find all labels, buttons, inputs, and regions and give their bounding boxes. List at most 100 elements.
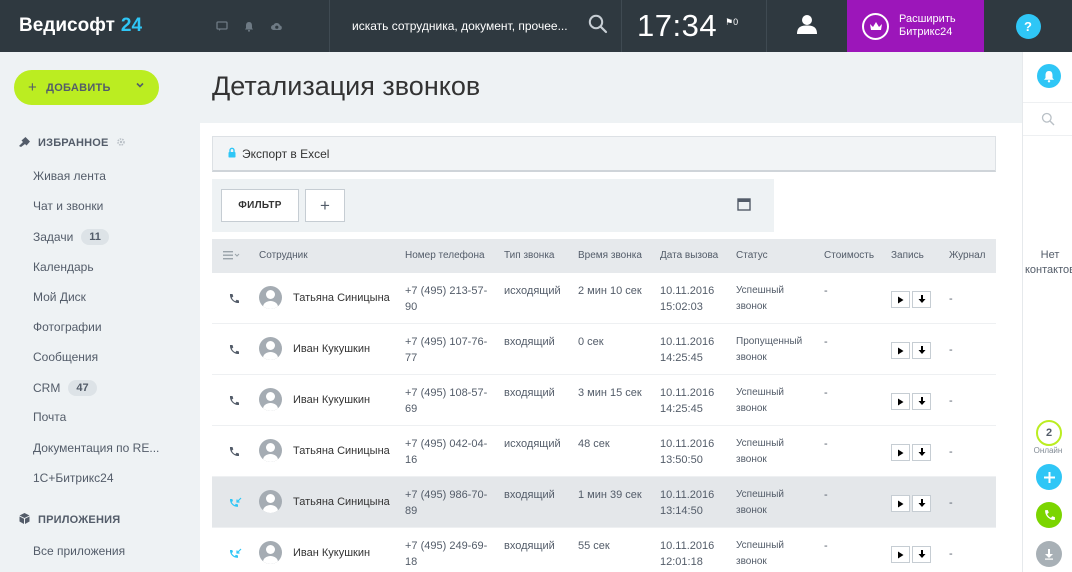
favorites-header[interactable]: ИЗБРАННОЕ (18, 136, 126, 150)
filter-button[interactable]: ФИЛЬТР (221, 189, 299, 222)
column-date[interactable]: Дата вызова (660, 250, 718, 261)
sidebar-item-photos[interactable]: Фотографии (33, 317, 102, 337)
phone-call-icon[interactable] (1036, 502, 1062, 528)
employee-name[interactable]: Татьяна Синицына (293, 292, 390, 304)
table-row[interactable]: Иван Кукушкин +7 (495) 249-69- 18 входящи… (212, 528, 996, 572)
table-row[interactable]: Иван Кукушкин +7 (495) 107-76- 77 входящи… (212, 324, 996, 375)
cloud-icon[interactable] (270, 21, 283, 31)
table-row[interactable]: Татьяна Синицына +7 (495) 042-04- 16 исхо… (212, 426, 996, 477)
call-date-cell: 10.11.2016 15:02:03 (660, 283, 714, 315)
call-status-cell: Успешный звонок (736, 385, 784, 417)
employee-name[interactable]: Татьяна Синицына (293, 496, 390, 508)
gear-icon[interactable] (116, 137, 126, 150)
table-row[interactable]: Иван Кукушкин +7 (495) 108-57- 69 входящи… (212, 375, 996, 426)
call-duration: 0 сек (578, 336, 604, 348)
notifications-bell-icon[interactable] (1037, 64, 1061, 88)
download-button[interactable] (912, 342, 931, 359)
sidebar-item-label: Календарь (33, 260, 94, 274)
add-button[interactable]: + ДОБАВИТЬ (14, 70, 159, 105)
call-status-cell: Успешный звонок (736, 283, 784, 315)
crm-counter: 47 (68, 380, 97, 396)
employee-name[interactable]: Иван Кукушкин (293, 394, 370, 406)
column-settings-icon[interactable] (222, 248, 240, 265)
call-status-cell: Пропущенный звонок (736, 334, 802, 366)
chevron-down-icon[interactable] (135, 80, 145, 93)
column-employee[interactable]: Сотрудник (259, 250, 308, 261)
sidebar-item-docs[interactable]: Документация по RE... (33, 438, 159, 458)
outgoing-call-icon (228, 446, 240, 461)
clock[interactable]: 17:34 ⚑0 (622, 0, 767, 52)
call-time: 13:14:50 (660, 505, 703, 517)
call-date-cell: 10.11.2016 12:01:18 (660, 538, 714, 570)
table-row[interactable]: Татьяна Синицына +7 (495) 213-57- 90 исхо… (212, 273, 996, 324)
sidebar-item-messages[interactable]: Сообщения (33, 347, 98, 367)
call-type: входящий (504, 387, 555, 399)
play-button[interactable] (891, 546, 910, 563)
sidebar-item-calendar[interactable]: Календарь (33, 257, 94, 277)
play-button[interactable] (891, 444, 910, 461)
download-button[interactable] (912, 546, 931, 563)
call-duration: 48 сек (578, 438, 610, 450)
employee-name[interactable]: Иван Кукушкин (293, 343, 370, 355)
add-filter-button[interactable]: + (305, 189, 345, 222)
employee-name[interactable]: Татьяна Синицына (293, 445, 390, 457)
table-row[interactable]: Татьяна Синицына +7 (495) 986-70- 89 вход… (212, 477, 996, 528)
help-area: ? (984, 0, 1072, 52)
apps-header[interactable]: ПРИЛОЖЕНИЯ (18, 512, 120, 528)
download-button[interactable] (912, 495, 931, 512)
record-controls (891, 393, 931, 410)
sidebar-item-mail[interactable]: Почта (33, 407, 66, 427)
sidebar-item-drive[interactable]: Мой Диск (33, 287, 86, 307)
bell-icon[interactable] (244, 21, 254, 32)
help-icon[interactable]: ? (1015, 13, 1041, 39)
global-search[interactable]: искать сотрудника, документ, прочее... (330, 0, 622, 52)
play-button[interactable] (891, 393, 910, 410)
call-cost: - (824, 438, 828, 450)
phone-line-2: 77 (405, 352, 418, 364)
play-button[interactable] (891, 291, 910, 308)
download-icon[interactable] (1036, 541, 1062, 567)
download-button[interactable] (912, 444, 931, 461)
sidebar-item-all-apps[interactable]: Все приложения (33, 541, 125, 561)
no-contacts-label: Нет контактов (1023, 248, 1072, 278)
status-line-1: Успешный (736, 540, 784, 551)
download-button[interactable] (912, 393, 931, 410)
chat-icon[interactable] (216, 20, 228, 32)
calendar-icon[interactable] (737, 198, 751, 216)
column-phone[interactable]: Номер телефона (405, 250, 485, 261)
user-menu[interactable] (767, 0, 847, 52)
user-icon[interactable] (796, 13, 818, 40)
play-button[interactable] (891, 342, 910, 359)
download-button[interactable] (912, 291, 931, 308)
play-button[interactable] (891, 495, 910, 512)
sidebar-item-chat[interactable]: Чат и звонки (33, 196, 103, 216)
sidebar-item-1c[interactable]: 1С+Битрикс24 (33, 468, 114, 488)
record-controls (891, 444, 931, 461)
phone-line-2: 18 (405, 556, 418, 568)
employee-name[interactable]: Иван Кукушкин (293, 547, 370, 559)
outgoing-call-icon (228, 293, 240, 308)
avatar (259, 439, 282, 462)
sidebar-item-tasks[interactable]: Задачи 11 (33, 227, 109, 247)
upgrade-line-2: Битрикс24 (899, 26, 953, 38)
sidebar: + ДОБАВИТЬ ИЗБРАННОЕ Живая лента Чат и з… (0, 52, 200, 572)
add-chat-icon[interactable] (1036, 464, 1062, 490)
pin-icon (18, 136, 31, 150)
column-journal[interactable]: Журнал (949, 250, 986, 261)
column-duration[interactable]: Время звонка (578, 250, 642, 261)
search-input[interactable]: искать сотрудника, документ, прочее... (352, 19, 568, 33)
column-status[interactable]: Статус (736, 250, 768, 261)
upgrade-button[interactable]: Расширить Битрикс24 (847, 0, 984, 52)
sidebar-item-crm[interactable]: CRM 47 (33, 378, 97, 398)
column-cost[interactable]: Стоимость (824, 250, 874, 261)
column-call-type[interactable]: Тип звонка (504, 250, 554, 261)
export-excel-bar[interactable]: Экспорт в Excel (212, 136, 996, 172)
call-date-cell: 10.11.2016 14:25:45 (660, 385, 714, 417)
contacts-search-icon[interactable] (1023, 102, 1072, 136)
sidebar-item-live-feed[interactable]: Живая лента (33, 166, 106, 186)
logo[interactable]: Ведисофт 24 (0, 0, 200, 52)
search-icon[interactable] (588, 14, 608, 39)
column-record[interactable]: Запись (891, 250, 924, 261)
online-counter[interactable]: 2 (1036, 420, 1062, 446)
phone-cell: +7 (495) 986-70- 89 (405, 487, 487, 519)
